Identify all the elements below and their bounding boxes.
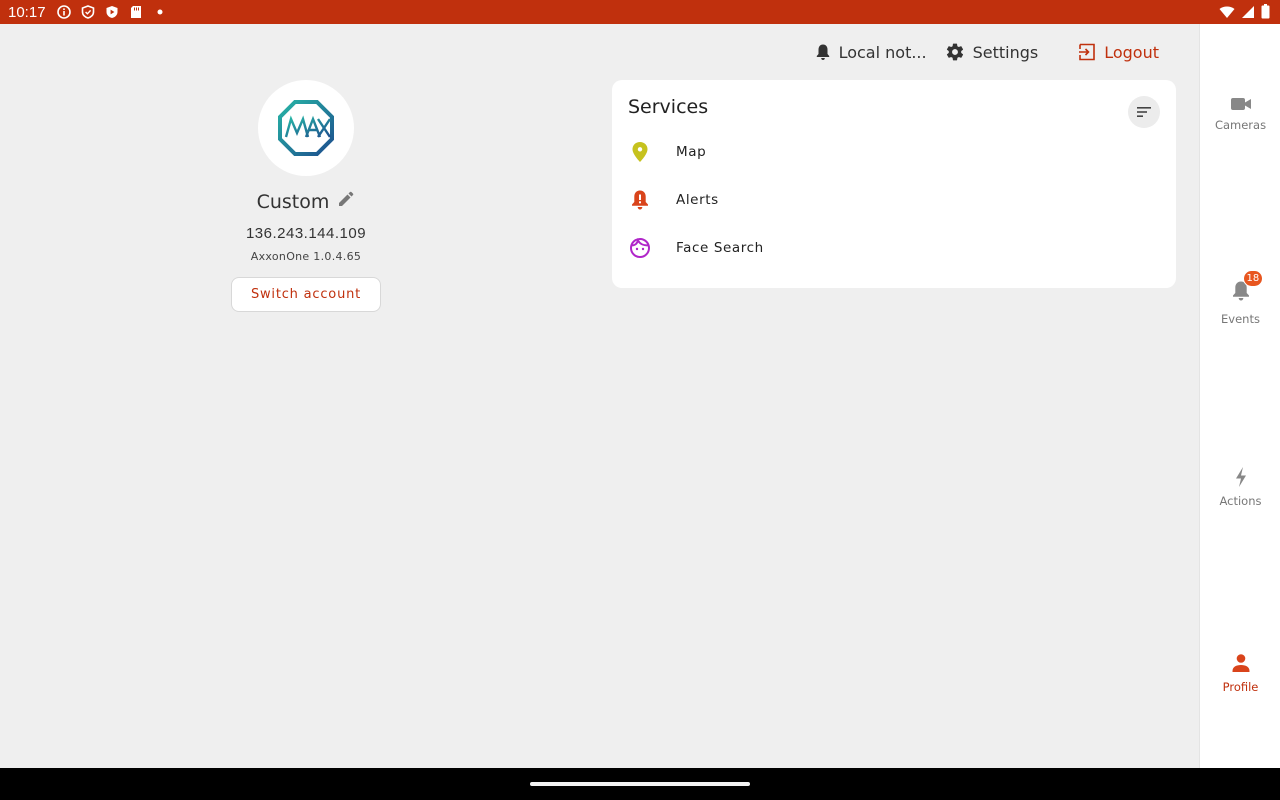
- main-content: Local not... Settings Logout Custom 136.…: [0, 24, 1199, 768]
- account-name: Custom: [256, 190, 330, 213]
- sort-button[interactable]: [1128, 96, 1160, 128]
- services-card: Services Map Alerts Face Search: [612, 80, 1176, 288]
- edit-pencil-icon[interactable]: [337, 190, 355, 213]
- avatar: [258, 80, 354, 176]
- battery-icon: [1261, 4, 1270, 23]
- person-icon: [1232, 654, 1249, 672]
- nav-label: Events: [1221, 312, 1260, 326]
- nav-item-actions[interactable]: Actions: [1200, 466, 1280, 508]
- nav-item-events[interactable]: 18 Events: [1200, 270, 1280, 326]
- max-logo-icon: [278, 100, 334, 156]
- logout-icon: [1079, 43, 1096, 61]
- gear-icon: [946, 43, 963, 61]
- server-ip: 136.243.144.109: [245, 225, 367, 242]
- nav-label: Actions: [1219, 494, 1262, 508]
- top-toolbar: Local not... Settings Logout: [797, 38, 1159, 66]
- nav-label: Cameras: [1214, 118, 1267, 132]
- dot-icon: [152, 4, 168, 20]
- sort-icon: [1137, 107, 1151, 117]
- shield-icon: [80, 4, 96, 20]
- events-badge: 18: [1242, 270, 1264, 287]
- service-item-alerts[interactable]: Alerts: [628, 180, 1148, 220]
- service-label: Map: [676, 144, 707, 160]
- profile-panel: Custom 136.243.144.109 AxxonOne 1.0.4.65…: [200, 80, 412, 312]
- home-gesture-handle[interactable]: [530, 782, 750, 786]
- nav-label: Profile: [1222, 680, 1259, 694]
- service-label: Face Search: [676, 240, 764, 256]
- local-notifications-button[interactable]: Local not...: [815, 43, 927, 62]
- signal-icon: [1241, 5, 1255, 23]
- local-notifications-label: Local not...: [838, 42, 927, 62]
- events-icon-wrap: 18: [1231, 270, 1264, 306]
- face-icon: [628, 236, 652, 260]
- switch-account-button[interactable]: Switch account: [231, 277, 381, 312]
- navigation-rail: Cameras 18 Events Actions Profile: [1199, 24, 1280, 768]
- settings-label: Settings: [972, 42, 1039, 62]
- logout-button[interactable]: Logout: [1078, 43, 1159, 62]
- alert-bell-icon: [628, 188, 652, 212]
- sd-card-icon: [128, 4, 144, 20]
- status-bar: 10:17: [0, 0, 1280, 24]
- service-item-face-search[interactable]: Face Search: [628, 228, 1148, 268]
- server-version: AxxonOne 1.0.4.65: [250, 250, 362, 263]
- account-name-row: Custom: [257, 190, 356, 213]
- service-label: Alerts: [676, 192, 719, 208]
- settings-button[interactable]: Settings: [945, 42, 1039, 62]
- services-title: Services: [628, 96, 709, 118]
- system-navigation-bar: [0, 768, 1280, 800]
- info-icon: [56, 4, 72, 20]
- service-item-map[interactable]: Map: [628, 132, 1148, 172]
- wifi-icon: [1219, 5, 1235, 23]
- map-pin-icon: [628, 140, 652, 164]
- nav-item-cameras[interactable]: Cameras: [1200, 96, 1280, 132]
- lightning-icon: [1235, 467, 1246, 487]
- logout-label: Logout: [1104, 42, 1159, 62]
- camera-icon: [1230, 98, 1251, 110]
- notification-bell-icon: [816, 44, 829, 60]
- nav-item-profile[interactable]: Profile: [1200, 652, 1280, 694]
- status-time: 10:17: [8, 3, 46, 21]
- play-protect-icon: [104, 4, 120, 20]
